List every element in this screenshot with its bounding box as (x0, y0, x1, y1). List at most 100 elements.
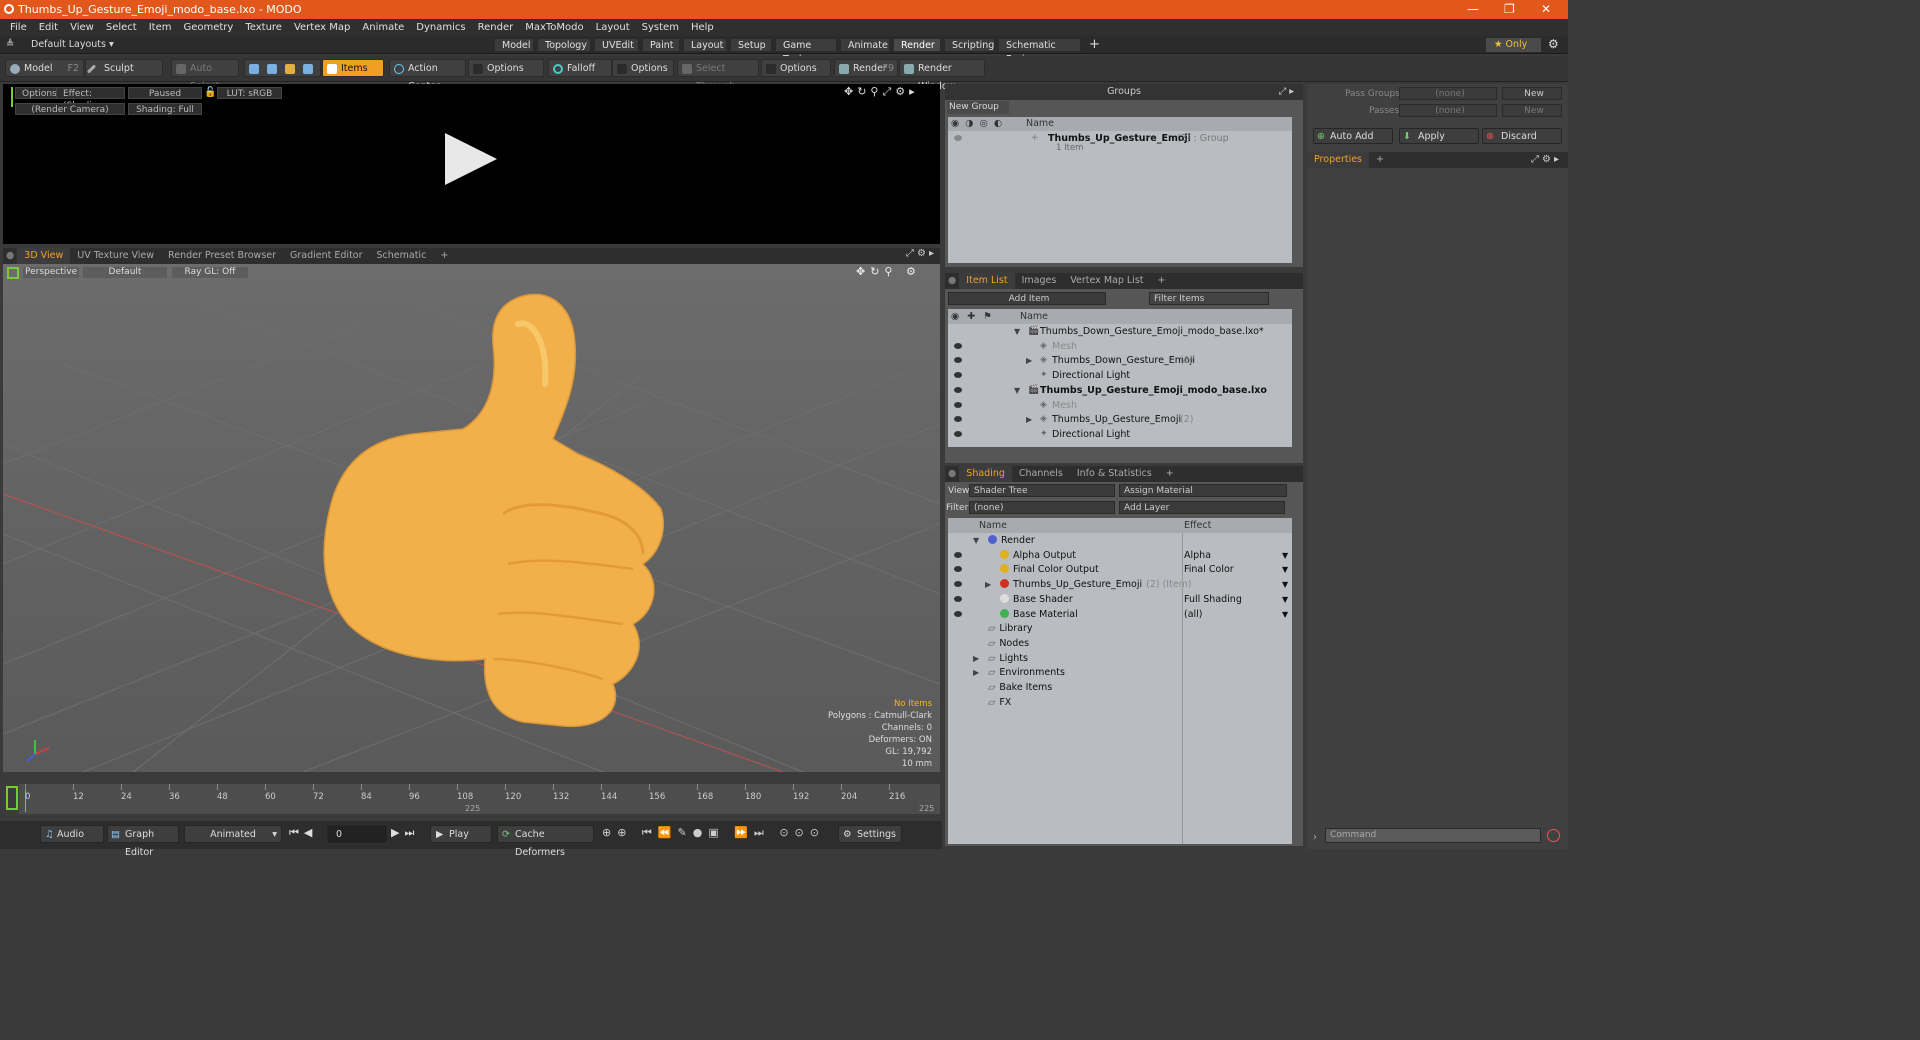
item-row[interactable]: ✦ Directional Light (948, 368, 1292, 383)
expand-arrow-icon[interactable]: ▶ (1026, 412, 1032, 427)
render-window-button[interactable]: Render Window (899, 59, 985, 92)
layout-tab-model[interactable]: Model (494, 38, 534, 52)
expand-icon[interactable]: + (1031, 131, 1039, 146)
new-group-button[interactable]: New Group (947, 101, 1009, 114)
tab-item-list[interactable]: Item List (959, 273, 1015, 289)
play-icon[interactable] (445, 133, 497, 185)
collapse-arrow-icon[interactable]: ▼ (1014, 383, 1020, 398)
item-column-icons[interactable]: ◉✚⚑ (951, 309, 1000, 324)
timeline-key-icon[interactable] (6, 786, 18, 810)
shading-dropdown[interactable]: Shading: Full (128, 103, 202, 115)
timeline[interactable]: 225 225 0 12 24 36 48 60 72 84 96 108 120 132 144 156… (3, 782, 940, 816)
add-tab-button[interactable]: + (1151, 273, 1173, 289)
item-row[interactable]: ◈ Mesh (948, 339, 1292, 354)
group-row[interactable]: + Thumbs_Up_Gesture_Emoji (3) : Group 1 … (948, 131, 1292, 153)
visibility-eye-icon[interactable] (954, 430, 962, 437)
thumbs-up-model[interactable] (323, 293, 665, 727)
collapse-arrow-icon[interactable]: ▼ (1014, 324, 1020, 339)
maximize-button[interactable]: ❐ (1504, 0, 1515, 19)
layout-tab-paint[interactable]: Paint (642, 38, 680, 52)
layout-tab-scripting[interactable]: Scripting (944, 38, 995, 52)
menu-select[interactable]: Select (100, 22, 143, 33)
filter-dropdown[interactable]: (none) (969, 501, 1115, 514)
menu-item[interactable]: Item (143, 22, 178, 33)
action-center-button[interactable]: Action Center (389, 59, 466, 92)
action-center-options-button[interactable]: Options (468, 59, 544, 77)
chevron-down-icon[interactable]: ▼ (1282, 607, 1288, 622)
visibility-eye-icon[interactable] (954, 416, 962, 423)
graph-editor-button[interactable]: ▤ Graph Editor (107, 825, 179, 858)
shader-row[interactable]: ▱ Bake Items (948, 680, 1292, 695)
render-preview[interactable]: Options Effect: (Shadi... Paused 🔓 LUT: … (3, 84, 940, 244)
shader-row[interactable]: ▱ Nodes (948, 636, 1292, 651)
select-through-button[interactable]: Select Through (677, 59, 759, 92)
panel-dot-icon[interactable]: ● (3, 248, 17, 264)
layout-tab-setup[interactable]: Setup (730, 38, 772, 52)
new-pass-button[interactable]: New (1502, 104, 1562, 117)
render-view-controls[interactable]: ✥↻⚲⤢⚙▸ (844, 85, 919, 99)
settings-button[interactable]: ⚙ Settings (838, 825, 902, 843)
menu-help[interactable]: Help (685, 22, 720, 33)
visibility-eye-icon[interactable] (954, 566, 962, 573)
shader-row[interactable]: ▶ Thumbs_Up_Gesture_Emoji (2) (Item) ▼ (948, 577, 1292, 592)
item-row[interactable]: ◈ Mesh (948, 398, 1292, 413)
menu-geometry[interactable]: Geometry (177, 22, 239, 33)
shader-effect[interactable]: Final Color (1184, 562, 1234, 577)
visibility-eye-icon[interactable] (954, 342, 962, 349)
layout-tab-topology[interactable]: Topology (537, 38, 591, 52)
shader-row[interactable]: Alpha Output Alpha ▼ (948, 548, 1292, 563)
close-button[interactable]: ✕ (1541, 0, 1551, 19)
new-pass-group-button[interactable]: New (1502, 87, 1562, 100)
visibility-eye-icon[interactable] (954, 357, 962, 364)
viewport-nav-controls[interactable]: ✥↻⚲ ⚙ (856, 265, 921, 278)
menu-vertex-map[interactable]: Vertex Map (288, 22, 356, 33)
tab-vertex-map-list[interactable]: Vertex Map List (1063, 273, 1150, 289)
add-layer-dropdown[interactable]: Add Layer (1119, 501, 1285, 514)
assign-material-button[interactable]: Assign Material (1119, 484, 1287, 497)
visibility-eye-icon[interactable] (954, 551, 962, 558)
command-clear-icon[interactable] (1547, 829, 1560, 842)
groups-list[interactable]: ◉◑◎◐ Name + Thumbs_Up_Gesture_Emoji (3) :… (948, 117, 1292, 263)
visibility-eye-icon[interactable] (954, 610, 962, 617)
only-toggle[interactable]: ★ Only (1486, 38, 1541, 52)
effect-dropdown[interactable]: Effect: (Shadi... (56, 87, 125, 111)
command-expand-icon[interactable]: › (1313, 832, 1317, 843)
materials-mode-icon[interactable] (303, 64, 313, 74)
lock-icon[interactable]: 🔓 (204, 87, 216, 98)
view-dropdown[interactable]: Shader Tree (969, 484, 1115, 497)
panel-expand-icon[interactable]: ⤢▸ (1279, 84, 1297, 100)
item-row[interactable]: ✦ Directional Light (948, 427, 1292, 442)
shader-effect[interactable]: Full Shading (1184, 592, 1242, 607)
item-row[interactable]: ▶ ◈ Thumbs_Up_Gesture_Emoji (2) (948, 412, 1292, 427)
expand-arrow-icon[interactable]: ▶ (985, 577, 991, 592)
menu-maxtomodo[interactable]: MaxToModo (519, 22, 589, 33)
passes-dropdown[interactable]: (none) (1399, 104, 1497, 117)
command-input[interactable]: Command (1325, 828, 1541, 843)
falloff-button[interactable]: Falloff (548, 59, 612, 77)
add-item-dropdown[interactable]: Add Item (948, 292, 1106, 305)
play-button[interactable]: ▶ Play (430, 825, 492, 843)
item-row[interactable]: ▼ 🎬 Thumbs_Down_Gesture_Emoji_modo_base.lx… (948, 324, 1292, 339)
discard-button[interactable]: ⊗ Discard (1482, 128, 1562, 144)
item-row[interactable]: ▶ ◈ Thumbs_Down_Gesture_Emoji (2) (948, 353, 1292, 368)
3d-viewport[interactable]: Perspective Default Ray GL: Off ✥↻⚲ ⚙ No… (3, 264, 940, 772)
perspective-dropdown[interactable]: Perspective (23, 267, 79, 278)
shader-row[interactable]: ▶ ▱ Environments (948, 665, 1292, 680)
prev-frame-controls[interactable]: ⏮◀ (289, 826, 317, 840)
shader-row[interactable]: Base Material (all) ▼ (948, 607, 1292, 622)
shader-row[interactable]: Final Color Output Final Color ▼ (948, 562, 1292, 577)
group-column-icons[interactable]: ◉◑◎◐ (951, 117, 1008, 131)
shader-row[interactable]: ▱ FX (948, 695, 1292, 710)
apply-button[interactable]: ⬇ Apply (1399, 128, 1479, 144)
collapse-arrow-icon[interactable]: ▼ (973, 533, 979, 548)
layout-tab-uvedit[interactable]: UVEdit (594, 38, 639, 52)
render-button[interactable]: Render F9 (834, 59, 898, 77)
expand-arrow-icon[interactable]: ▶ (1026, 353, 1032, 368)
tab-3d-view[interactable]: 3D View (17, 248, 71, 264)
tab-schematic[interactable]: Schematic (370, 248, 434, 264)
expand-arrow-icon[interactable]: ▶ (973, 665, 979, 680)
viewport-select-icon[interactable] (7, 267, 19, 279)
menu-edit[interactable]: Edit (33, 22, 64, 33)
model-mode-button[interactable]: Model F2 (5, 59, 84, 77)
add-tab-button[interactable]: + (433, 248, 455, 264)
